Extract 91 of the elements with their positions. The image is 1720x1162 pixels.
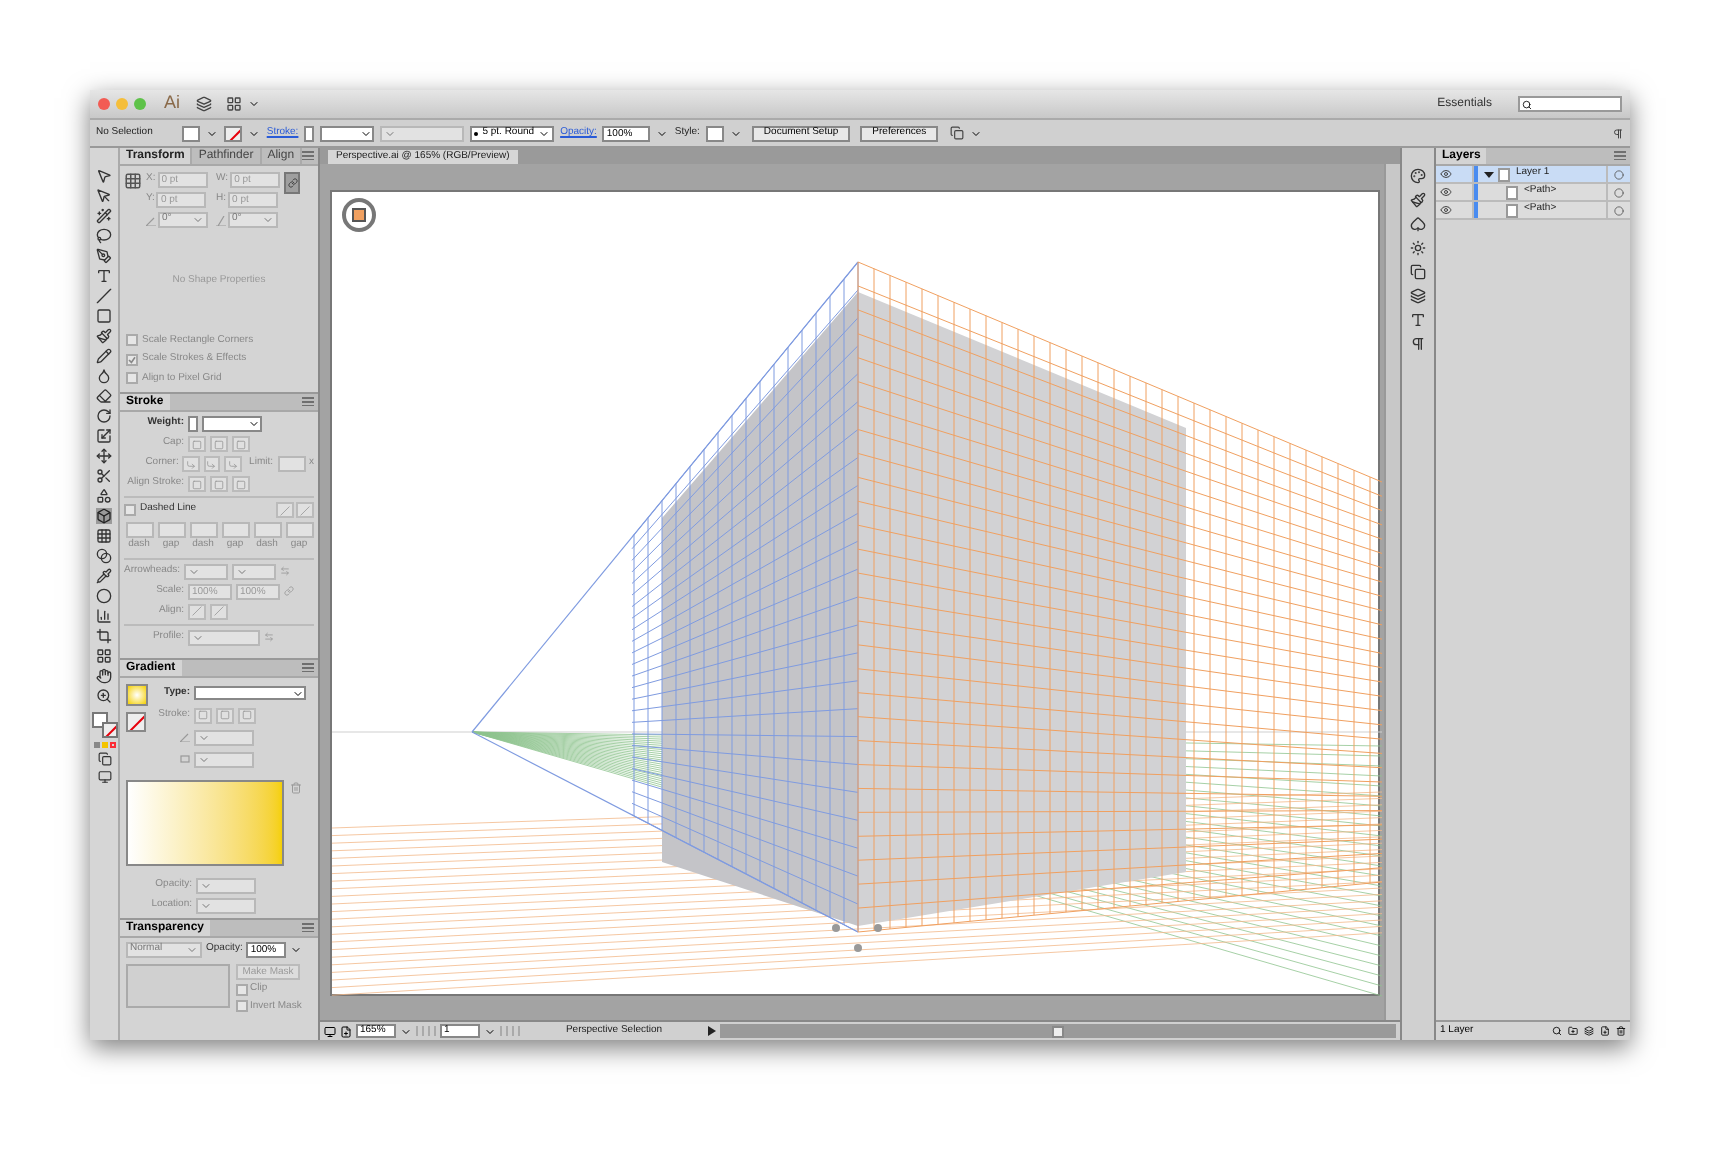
visibility-icon[interactable] xyxy=(1440,204,1452,216)
app-logo: Ai xyxy=(164,90,181,117)
input-field[interactable] xyxy=(157,522,185,538)
caret-icon xyxy=(970,127,983,139)
pencil-icon[interactable] xyxy=(96,348,112,364)
paragraph-icon[interactable] xyxy=(1410,336,1426,352)
visibility-icon[interactable] xyxy=(1440,168,1452,180)
line-icon[interactable] xyxy=(96,288,112,304)
checkbox[interactable] xyxy=(126,353,138,366)
brushes-icon[interactable] xyxy=(1410,192,1426,208)
character-icon[interactable] xyxy=(1410,312,1426,328)
new-layer-icon[interactable] xyxy=(1600,1026,1610,1036)
delete-stop-icon[interactable] xyxy=(290,781,302,793)
type-icon[interactable] xyxy=(96,268,112,284)
blend-icon[interactable] xyxy=(96,548,112,564)
gradient-swatch[interactable] xyxy=(126,684,148,706)
disclosure-triangle-icon[interactable] xyxy=(1484,169,1494,179)
checkbox[interactable] xyxy=(126,334,138,347)
mask-thumbnail xyxy=(126,964,230,1008)
mesh-icon[interactable] xyxy=(96,528,112,544)
caret-icon xyxy=(656,127,669,139)
caret-icon xyxy=(400,1025,412,1037)
stroke-swatch[interactable] xyxy=(126,712,146,732)
screen-mode-icon[interactable] xyxy=(97,770,111,784)
caret-icon xyxy=(186,944,198,956)
input-field[interactable] xyxy=(125,522,153,538)
checkbox[interactable] xyxy=(236,1000,248,1013)
caret-icon xyxy=(729,127,742,139)
checkbox[interactable] xyxy=(236,983,248,996)
caret-icon xyxy=(248,98,261,110)
input-field[interactable] xyxy=(277,456,305,472)
check-icon xyxy=(128,355,136,364)
scissors-icon[interactable] xyxy=(96,468,112,484)
pen-icon[interactable] xyxy=(96,248,112,264)
wand-icon[interactable] xyxy=(96,208,112,224)
eraser-icon[interactable] xyxy=(96,388,112,404)
stroke-swatch[interactable] xyxy=(224,125,243,141)
style-swatch[interactable] xyxy=(705,125,724,141)
search-field[interactable] xyxy=(1518,96,1622,112)
caret-icon xyxy=(262,214,275,226)
shear-icon xyxy=(216,215,227,225)
brush-icon[interactable] xyxy=(96,328,112,344)
input-field[interactable] xyxy=(221,522,249,538)
fill-swatch[interactable] xyxy=(182,125,201,141)
caret-icon xyxy=(192,214,204,226)
checkbox[interactable] xyxy=(124,504,136,516)
input-field[interactable] xyxy=(253,522,281,538)
angle-icon xyxy=(180,732,190,742)
arrow-icon[interactable] xyxy=(96,168,112,184)
caret-icon xyxy=(538,127,551,139)
eyedropper-icon[interactable] xyxy=(96,568,112,584)
caret-icon xyxy=(248,127,261,139)
search-icon xyxy=(1522,99,1532,109)
scale-icon[interactable] xyxy=(96,428,112,444)
constrain-button[interactable] xyxy=(284,172,301,194)
caret-icon xyxy=(236,565,249,577)
reference-point-icon[interactable] xyxy=(124,172,142,190)
dropdown[interactable] xyxy=(194,686,306,701)
swatches-icon[interactable] xyxy=(1410,168,1426,184)
input-field[interactable] xyxy=(189,522,217,538)
caret-icon xyxy=(484,1025,496,1037)
dropdown[interactable] xyxy=(320,125,375,141)
close-button[interactable] xyxy=(98,98,110,110)
screen-icon[interactable] xyxy=(324,1025,336,1037)
angle-icon xyxy=(146,215,156,225)
perspective-widget-icon[interactable] xyxy=(342,198,376,232)
perspective-grid-icon[interactable] xyxy=(96,508,112,524)
caret-icon xyxy=(188,565,201,577)
checkbox[interactable] xyxy=(126,372,138,385)
graph-icon[interactable] xyxy=(96,608,112,624)
input-field[interactable] xyxy=(285,522,313,538)
caret-icon xyxy=(206,127,219,139)
delete-icon[interactable] xyxy=(1616,1026,1626,1036)
locate-icon[interactable] xyxy=(1552,1026,1562,1036)
stepper[interactable] xyxy=(188,416,198,432)
hand-icon[interactable] xyxy=(96,668,112,684)
play-icon[interactable] xyxy=(708,1026,716,1036)
rectangle-icon[interactable] xyxy=(96,308,112,324)
hollow-arrow-icon[interactable] xyxy=(96,188,112,204)
caret-icon xyxy=(290,944,303,956)
stepper[interactable] xyxy=(304,125,315,141)
caret-icon xyxy=(292,687,304,700)
rotate-icon[interactable] xyxy=(96,408,112,424)
lasso-icon[interactable] xyxy=(96,228,112,244)
fill-stroke-swatches[interactable] xyxy=(91,712,117,738)
visibility-icon[interactable] xyxy=(1440,186,1452,198)
zoom-icon[interactable] xyxy=(96,688,112,704)
caret-icon xyxy=(248,418,260,430)
dropdown[interactable] xyxy=(202,416,262,432)
caret-icon xyxy=(192,631,204,643)
horizontal-scrollbar[interactable] xyxy=(720,1024,1396,1038)
